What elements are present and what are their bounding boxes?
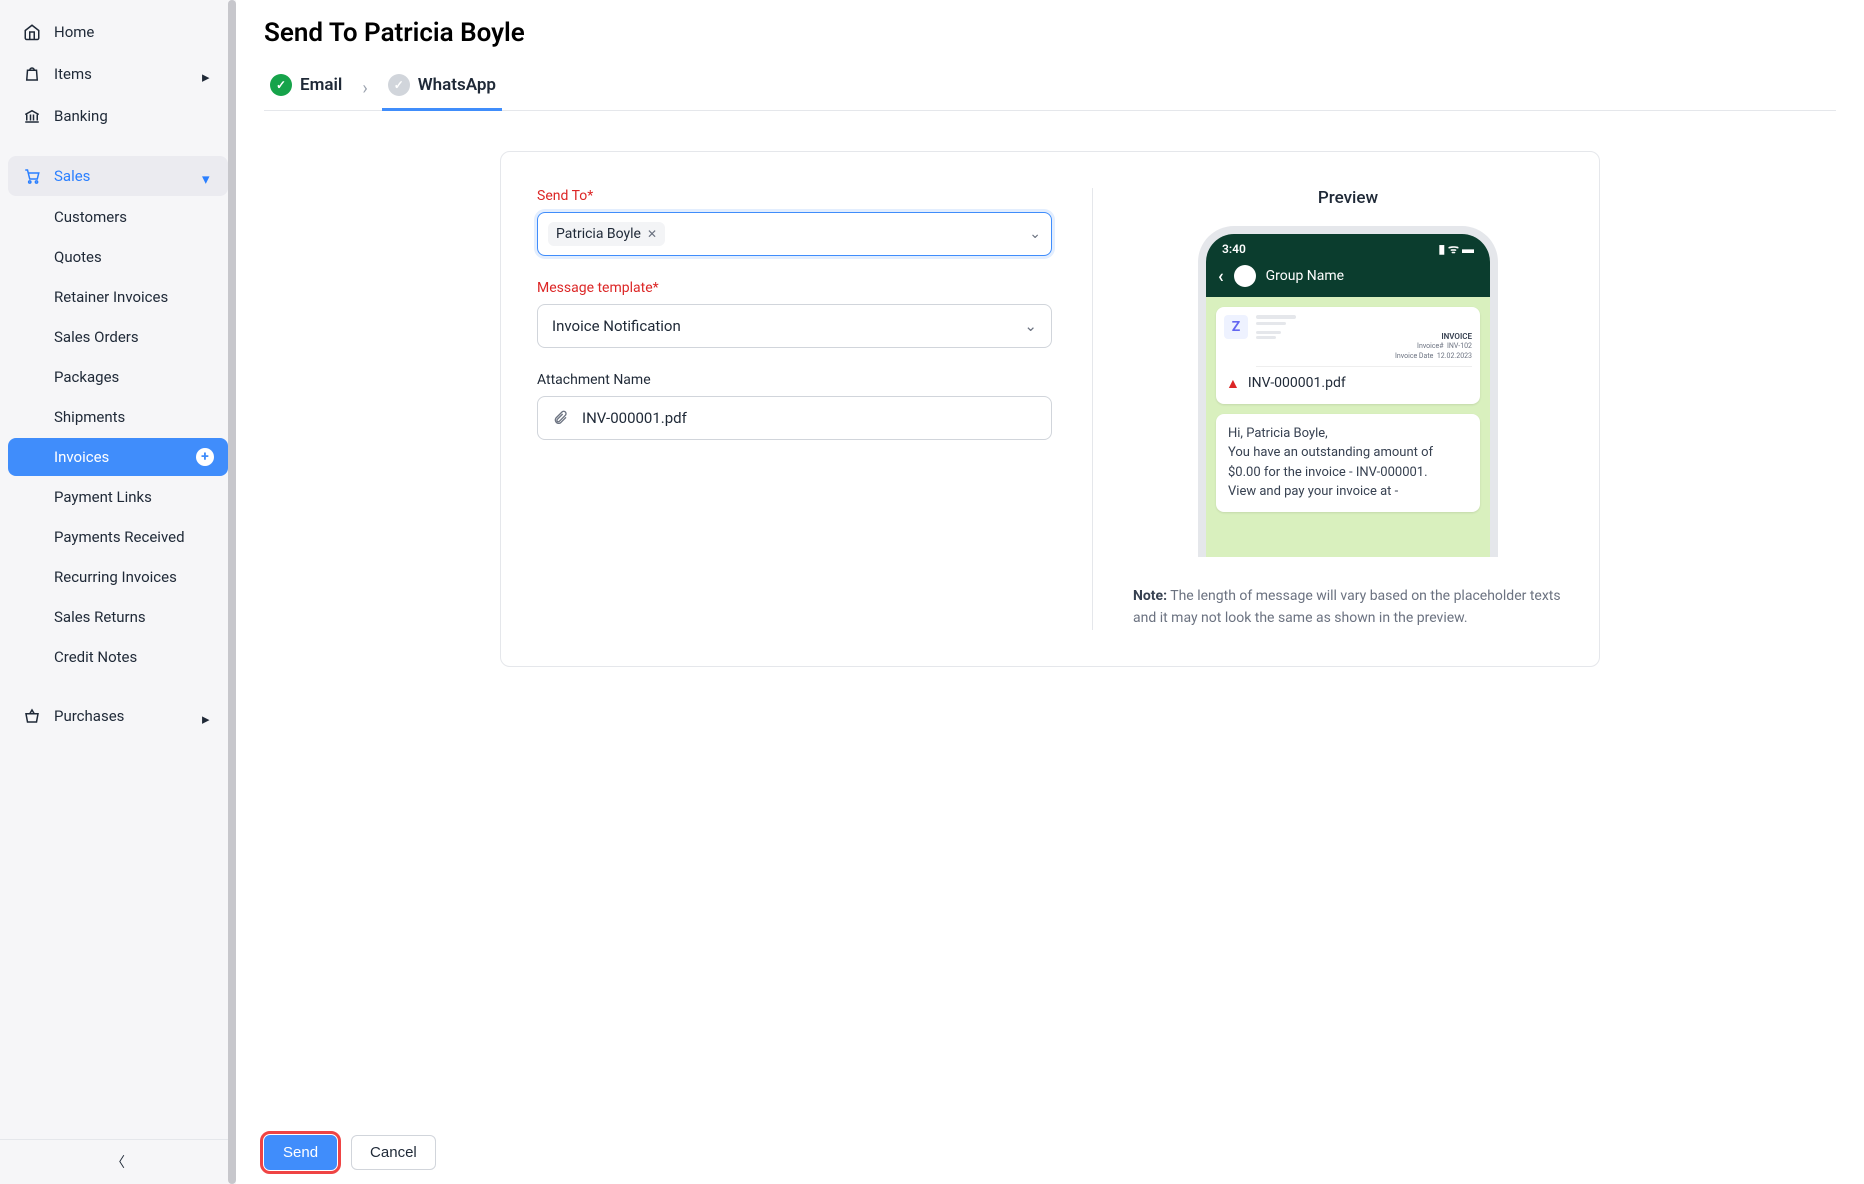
- check-icon: ✓: [388, 74, 410, 96]
- page-title: Send To Patricia Boyle: [264, 18, 1836, 48]
- chevron-down-icon[interactable]: ⌄: [1029, 226, 1041, 242]
- form-card: Send To* Patricia Boyle ✕ ⌄ Message temp…: [500, 151, 1600, 667]
- preview-filename: INV-000001.pdf: [1248, 375, 1346, 391]
- nav-packages[interactable]: Packages: [8, 358, 228, 396]
- recipient-chip: Patricia Boyle ✕: [548, 222, 665, 246]
- send-to-text-input[interactable]: [671, 226, 1023, 242]
- avatar-icon: [1234, 265, 1256, 287]
- nav-quotes[interactable]: Quotes: [8, 238, 228, 276]
- nav-purchases-label: Purchases: [54, 707, 124, 725]
- basket-icon: [22, 706, 42, 726]
- nav-invoices[interactable]: Invoices +: [8, 438, 228, 476]
- nav-banking-label: Banking: [54, 107, 108, 125]
- tab-whatsapp[interactable]: ✓ WhatsApp: [382, 66, 502, 110]
- preview-title: Preview: [1133, 188, 1563, 208]
- bank-icon: [22, 106, 42, 126]
- preview-message: Hi, Patricia Boyle, You have an outstand…: [1216, 414, 1480, 512]
- nav-payments-received[interactable]: Payments Received: [8, 518, 228, 556]
- paperclip-icon: [552, 409, 568, 427]
- action-bar: Send Cancel: [236, 1121, 1864, 1184]
- nav-items[interactable]: Items ▸: [8, 54, 228, 94]
- signal-icon: ▮ ᯤ ▬: [1438, 240, 1474, 257]
- send-to-label: Send To*: [537, 188, 1052, 204]
- cart-icon: [22, 166, 42, 186]
- app-icon: Z: [1224, 315, 1248, 339]
- nav-sales-orders[interactable]: Sales Orders: [8, 318, 228, 356]
- pdf-icon: ▲: [1226, 375, 1240, 392]
- tabs: ✓ Email › ✓ WhatsApp: [264, 66, 1836, 111]
- nav-shipments[interactable]: Shipments: [8, 398, 228, 436]
- nav-retainer[interactable]: Retainer Invoices: [8, 278, 228, 316]
- check-icon: ✓: [270, 74, 292, 96]
- back-icon: ‹: [1218, 266, 1224, 287]
- chevron-right-icon: ›: [362, 78, 367, 99]
- nav-recurring[interactable]: Recurring Invoices: [8, 558, 228, 596]
- nav-payment-links[interactable]: Payment Links: [8, 478, 228, 516]
- phone-time: 3:40: [1222, 242, 1246, 256]
- phone-preview: 3:40 ▮ ᯤ ▬ ‹ Group Name Z: [1198, 226, 1498, 557]
- nav-sales-label: Sales: [54, 167, 90, 185]
- invoice-thumbnail: INVOICE Invoice# INV-102 Invoice Date 12…: [1256, 315, 1472, 367]
- chevron-right-icon: ▸: [202, 710, 214, 722]
- nav-sales[interactable]: Sales ▾: [8, 156, 228, 196]
- tab-email[interactable]: ✓ Email: [264, 66, 348, 110]
- nav-home-label: Home: [54, 23, 94, 41]
- remove-chip-icon[interactable]: ✕: [647, 227, 657, 241]
- template-select[interactable]: Invoice Notification ⌄: [537, 304, 1052, 348]
- nav-credit-notes[interactable]: Credit Notes: [8, 638, 228, 676]
- bag-icon: [22, 64, 42, 84]
- chevron-down-icon: ▾: [202, 170, 214, 182]
- preview-note: Note: The length of message will vary ba…: [1133, 585, 1563, 630]
- nav-sales-returns[interactable]: Sales Returns: [8, 598, 228, 636]
- attachment-field: INV-000001.pdf: [537, 396, 1052, 440]
- home-icon: [22, 22, 42, 42]
- chevron-down-icon: ⌄: [1024, 317, 1037, 335]
- chevron-right-icon: ▸: [202, 68, 214, 80]
- cancel-button[interactable]: Cancel: [351, 1135, 436, 1170]
- nav-home[interactable]: Home: [8, 12, 228, 52]
- main: Send To Patricia Boyle ✓ Email › ✓ Whats…: [236, 0, 1864, 1184]
- chevron-left-icon: 〈: [111, 1155, 125, 1171]
- send-to-input[interactable]: Patricia Boyle ✕ ⌄: [537, 212, 1052, 256]
- template-label: Message template*: [537, 280, 1052, 296]
- sidebar: Home Items ▸ Banking Sales ▾ Customers Q…: [0, 0, 236, 1184]
- nav-banking[interactable]: Banking: [8, 96, 228, 136]
- sidebar-collapse[interactable]: 〈: [0, 1139, 236, 1184]
- attachment-label: Attachment Name: [537, 372, 1052, 388]
- send-button[interactable]: Send: [264, 1135, 337, 1170]
- nav-customers[interactable]: Customers: [8, 198, 228, 236]
- add-invoice-icon[interactable]: +: [196, 448, 214, 466]
- nav-items-label: Items: [54, 65, 92, 83]
- nav-purchases[interactable]: Purchases ▸: [8, 696, 228, 736]
- group-name: Group Name: [1266, 268, 1344, 284]
